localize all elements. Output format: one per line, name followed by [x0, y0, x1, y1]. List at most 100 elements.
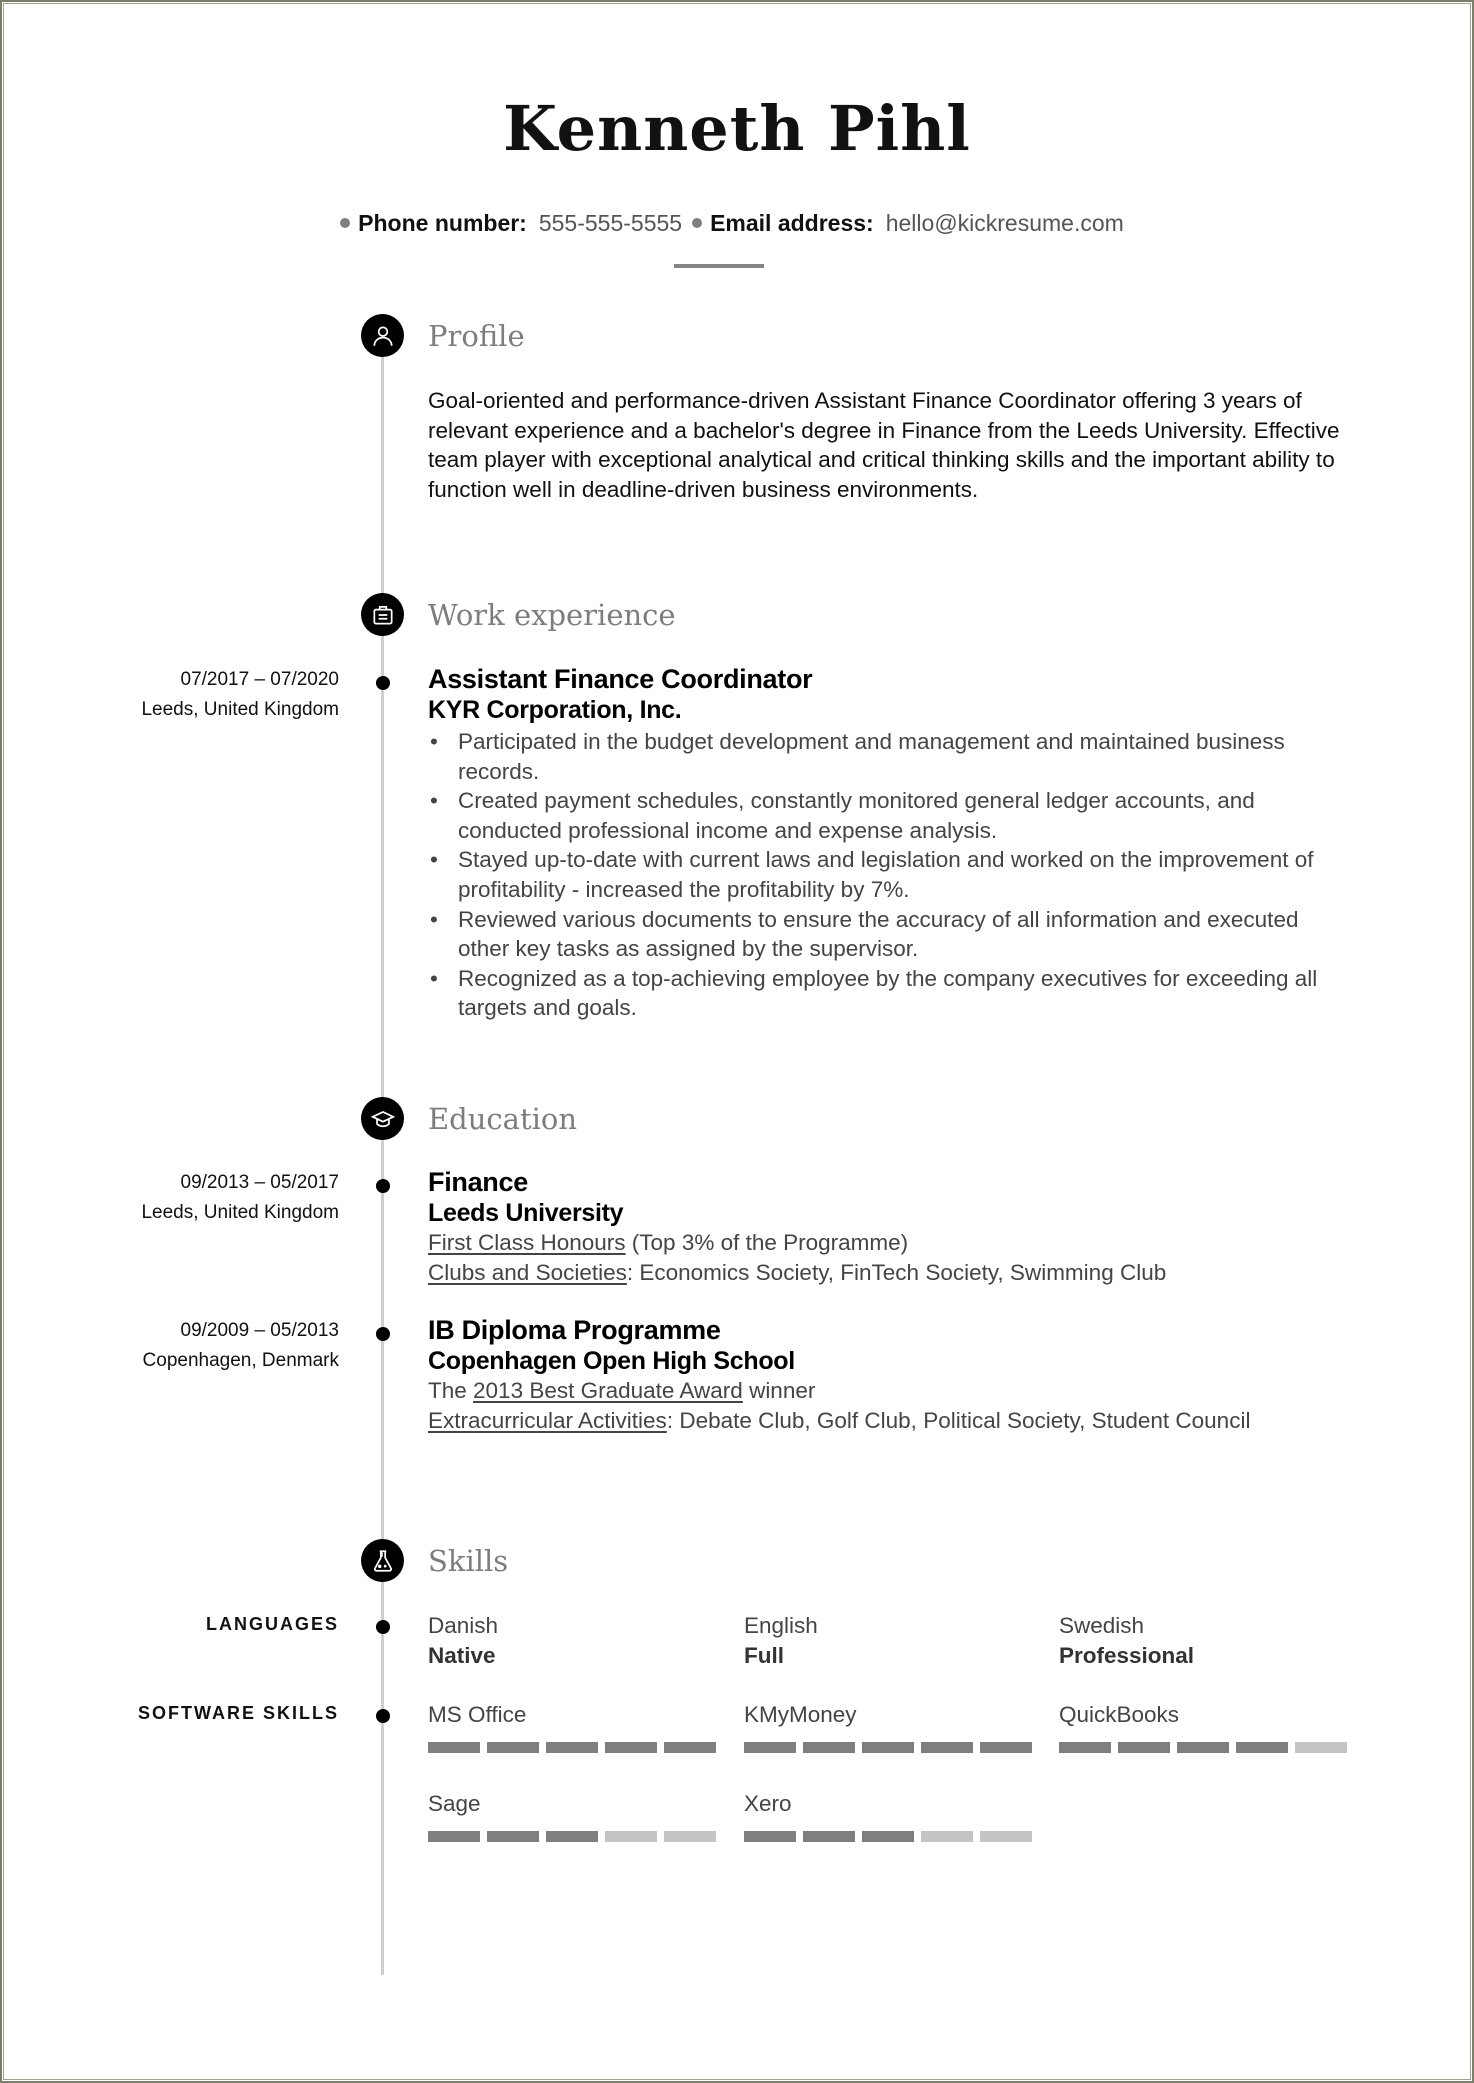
degree-name: IB Diploma Programme	[428, 1315, 721, 1345]
job-dates: 07/2017 – 07/2020	[180, 669, 340, 690]
rating-segment-filled	[862, 1742, 914, 1753]
rating-segment-filled	[487, 1742, 539, 1753]
education-entry: Finance Leeds University First Class Hon…	[428, 1167, 1368, 1287]
rating-segment-filled	[803, 1831, 855, 1842]
edu-award: The 2013 Best Graduate Award winner	[428, 1378, 816, 1403]
school-name: Copenhagen Open High School	[428, 1347, 795, 1375]
language-level: Professional	[1059, 1643, 1195, 1668]
language-item: Swedish Professional	[1059, 1611, 1359, 1671]
job-location: Leeds, United Kingdom	[141, 699, 339, 720]
rating-segment-empty	[1295, 1742, 1347, 1753]
edu-location: Copenhagen, Denmark	[142, 1350, 339, 1371]
job-entry: Assistant Finance Coordinator KYR Corpor…	[428, 664, 1368, 1023]
edu-dates: 09/2013 – 05/2017	[180, 1172, 340, 1193]
rating-segment-filled	[803, 1742, 855, 1753]
skill-rating-bar	[428, 1742, 728, 1753]
rating-segment-filled	[1236, 1742, 1288, 1753]
software-name: Xero	[744, 1791, 792, 1816]
rating-segment-filled	[744, 1831, 796, 1842]
candidate-name: Kenneth Pihl	[503, 92, 971, 165]
rating-segment-filled	[487, 1831, 539, 1842]
rating-segment-filled	[1059, 1742, 1111, 1753]
software-skill: Sage	[428, 1789, 728, 1842]
edu-activities: Clubs and Societies: Economics Society, …	[428, 1259, 1167, 1285]
briefcase-icon	[361, 593, 404, 636]
edu-honours: First Class Honours (Top 3% of the Progr…	[428, 1230, 909, 1255]
language-name: Swedish	[1059, 1613, 1145, 1638]
languages-label: LANGUAGES	[205, 1614, 339, 1634]
job-bullet: Created payment schedules, constantly mo…	[430, 786, 1348, 845]
rating-segment-empty	[921, 1831, 973, 1842]
company-name: KYR Corporation, Inc.	[428, 696, 682, 724]
software-skills-label: SOFTWARE SKILLS	[138, 1703, 339, 1723]
software-name: KMyMoney	[744, 1702, 857, 1727]
rating-segment-filled	[546, 1831, 598, 1842]
rating-segment-filled	[428, 1742, 480, 1753]
software-name: QuickBooks	[1059, 1702, 1180, 1727]
education-entry: IB Diploma Programme Copenhagen Open Hig…	[428, 1315, 1258, 1435]
rating-segment-filled	[921, 1742, 973, 1753]
job-title: Assistant Finance Coordinator	[428, 664, 813, 694]
timeline-dot	[376, 1620, 390, 1634]
header-divider	[674, 264, 764, 268]
software-skill: QuickBooks	[1059, 1700, 1359, 1753]
language-level: Full	[744, 1643, 784, 1668]
rating-segment-filled	[546, 1742, 598, 1753]
software-skill: Xero	[744, 1789, 1044, 1842]
bullet-icon	[692, 218, 703, 229]
email-label: Email address:	[710, 210, 874, 236]
section-title-profile: Profile	[428, 319, 525, 353]
rating-segment-filled	[744, 1742, 796, 1753]
rating-segment-empty	[980, 1831, 1032, 1842]
job-bullet: Reviewed various documents to ensure the…	[430, 905, 1348, 964]
school-name: Leeds University	[428, 1199, 624, 1227]
section-title-skills: Skills	[428, 1544, 509, 1578]
bullet-icon	[340, 218, 351, 229]
degree-name: Finance	[428, 1167, 528, 1197]
rating-segment-filled	[664, 1742, 716, 1753]
software-name: MS Office	[428, 1702, 527, 1727]
timeline-dot	[376, 1179, 390, 1193]
language-name: English	[744, 1613, 818, 1638]
graduation-cap-icon	[361, 1097, 404, 1140]
skill-rating-bar	[744, 1831, 1044, 1842]
timeline-dot	[376, 1327, 390, 1341]
edu-activities: Extracurricular Activities: Debate Club,…	[428, 1407, 1251, 1433]
job-bullet: Recognized as a top-achieving employee b…	[430, 964, 1348, 1023]
section-title-work: Work experience	[428, 598, 676, 632]
timeline-dot	[376, 1709, 390, 1723]
rating-segment-filled	[862, 1831, 914, 1842]
rating-segment-filled	[428, 1831, 480, 1842]
contact-line: Phone number: 555-555-5555 Email address: h…	[0, 208, 1474, 238]
skill-rating-bar	[428, 1831, 728, 1842]
skill-rating-bar	[1059, 1742, 1359, 1753]
language-level: Native	[428, 1643, 496, 1668]
phone-value: 555-555-5555	[538, 210, 683, 236]
rating-segment-filled	[605, 1742, 657, 1753]
job-bullet: Participated in the budget development a…	[430, 727, 1348, 786]
timeline-line	[381, 335, 384, 1975]
timeline-dot	[376, 676, 390, 690]
rating-segment-empty	[664, 1831, 716, 1842]
phone-label: Phone number:	[358, 210, 527, 236]
job-bullet: Stayed up-to-date with current laws and …	[430, 845, 1348, 904]
rating-segment-filled	[980, 1742, 1032, 1753]
edu-dates: 09/2009 – 05/2013	[180, 1320, 340, 1341]
profile-summary: Goal-oriented and performance-driven Ass…	[428, 388, 1340, 502]
software-skill: KMyMoney	[744, 1700, 1044, 1753]
job-bullets: Participated in the budget development a…	[428, 727, 1348, 1023]
flask-icon	[361, 1539, 404, 1582]
rating-segment-empty	[605, 1831, 657, 1842]
software-name: Sage	[428, 1791, 481, 1816]
rating-segment-filled	[1177, 1742, 1229, 1753]
rating-segment-filled	[1118, 1742, 1170, 1753]
person-icon	[361, 314, 404, 357]
page-border-inner	[3, 3, 1471, 2080]
email-value[interactable]: hello@kickresume.com	[886, 210, 1124, 236]
language-name: Danish	[428, 1613, 499, 1638]
language-item: Danish Native	[428, 1611, 728, 1671]
language-item: English Full	[744, 1611, 1044, 1671]
software-skill: MS Office	[428, 1700, 728, 1753]
section-title-education: Education	[428, 1102, 578, 1136]
skill-rating-bar	[744, 1742, 1044, 1753]
